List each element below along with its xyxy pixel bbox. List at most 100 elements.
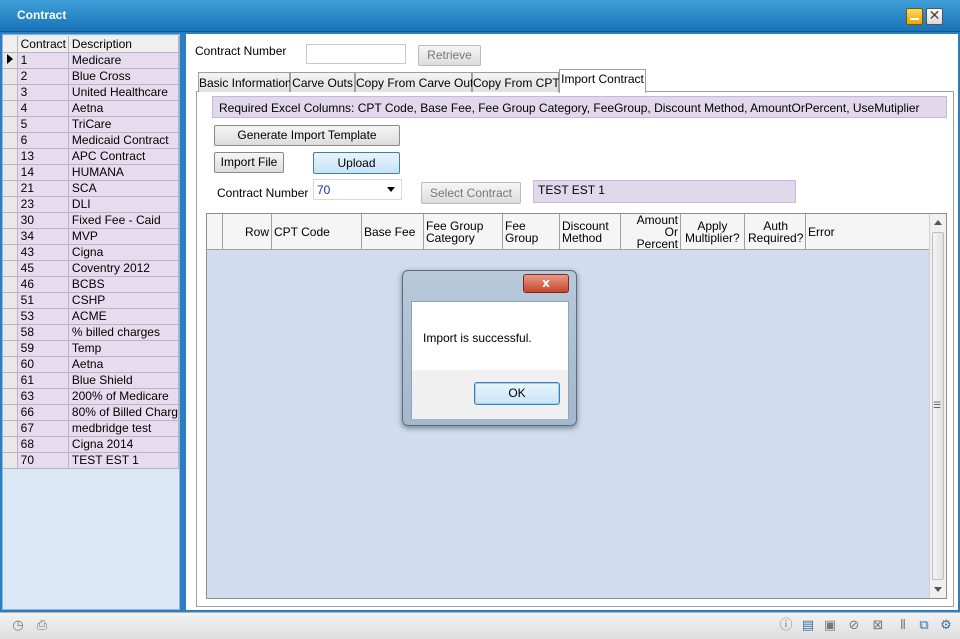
contract-description-cell[interactable]: Aetna <box>68 100 180 117</box>
row-selector[interactable] <box>3 356 18 373</box>
select-contract-button[interactable]: Select Contract <box>421 182 521 204</box>
contract-list-row[interactable]: 13 APC Contract <box>3 148 180 165</box>
contract-description-cell[interactable]: SCA <box>68 180 180 197</box>
contract-description-cell[interactable]: United Healthcare <box>68 84 180 101</box>
row-selector[interactable] <box>3 276 18 293</box>
row-selector[interactable] <box>3 340 18 357</box>
description-column-header[interactable]: Description <box>68 36 180 53</box>
contract-number-cell[interactable]: 2 <box>17 68 69 85</box>
grid-col-row[interactable]: Row <box>223 214 272 250</box>
contract-list-row[interactable]: 30 Fixed Fee - Caid <box>3 212 180 229</box>
contract-number-cell[interactable]: 43 <box>17 244 69 261</box>
contract-description-cell[interactable]: MVP <box>68 228 180 245</box>
row-selector[interactable] <box>3 196 18 213</box>
contract-list-row[interactable]: 1 Medicare <box>3 52 180 69</box>
contract-number-cell[interactable]: 51 <box>17 292 69 309</box>
tab-import-contract[interactable]: Import Contract <box>559 69 646 93</box>
contract-description-cell[interactable]: HUMANA <box>68 164 180 181</box>
row-selector[interactable] <box>3 436 18 453</box>
print-icon[interactable]: ⎙ <box>34 618 50 634</box>
grid-col-fee-group[interactable]: Fee Group <box>503 214 560 250</box>
row-selector[interactable] <box>3 164 18 181</box>
tab-copy-from-cpt[interactable]: Copy From CPT <box>472 72 560 92</box>
ok-button[interactable]: OK <box>474 382 560 405</box>
contract-list-row[interactable]: 6 Medicaid Contract <box>3 132 180 149</box>
contract-description-cell[interactable]: Coventry 2012 <box>68 260 180 277</box>
contract-list-row[interactable]: 70 TEST EST 1 <box>3 452 180 469</box>
row-selector[interactable] <box>3 420 18 437</box>
contract-number-cell[interactable]: 5 <box>17 116 69 133</box>
contract-description-cell[interactable]: ACME <box>68 308 180 325</box>
grid-col-discount-method[interactable]: Discount Method <box>560 214 621 250</box>
generate-import-template-button[interactable]: Generate Import Template <box>214 125 400 146</box>
contract-list-row[interactable]: 43 Cigna <box>3 244 180 261</box>
row-selector[interactable] <box>3 180 18 197</box>
contract-description-cell[interactable]: Aetna <box>68 356 180 373</box>
contract-list-row[interactable]: 3 United Healthcare <box>3 84 180 101</box>
contract-list-row[interactable]: 59 Temp <box>3 340 180 357</box>
contract-column-header[interactable]: Contract <box>17 36 69 53</box>
contract-number-cell[interactable]: 45 <box>17 260 69 277</box>
import-file-button[interactable]: Import File <box>214 152 284 173</box>
contract-list-row[interactable]: 66 80% of Billed Charg <box>3 404 180 421</box>
contract-description-cell[interactable]: Medicare <box>68 52 180 69</box>
close-icon[interactable]: ✕ <box>926 8 943 25</box>
contract-number-cell[interactable]: 34 <box>17 228 69 245</box>
contract-description-cell[interactable]: medbridge test <box>68 420 180 437</box>
row-selector[interactable] <box>3 84 18 101</box>
contract-number-cell[interactable]: 3 <box>17 84 69 101</box>
contract-list-row[interactable]: 46 BCBS <box>3 276 180 293</box>
scroll-down-icon[interactable] <box>934 587 942 592</box>
info-icon[interactable]: ⓘ <box>778 618 794 634</box>
contract-list-row[interactable]: 58% billed charges <box>3 324 180 341</box>
contract-number-cell[interactable]: 68 <box>17 436 69 453</box>
contract-list-row[interactable]: 61 Blue Shield <box>3 372 180 389</box>
grid-col-cpt-code[interactable]: CPT Code <box>272 214 362 250</box>
contract-list-row[interactable]: 14 HUMANA <box>3 164 180 181</box>
contract-number-cell[interactable]: 46 <box>17 276 69 293</box>
contract-list-row[interactable]: 67 medbridge test <box>3 420 180 437</box>
row-selector[interactable] <box>3 260 18 277</box>
delete-icon[interactable]: ⊠ <box>870 618 886 634</box>
contract-description-cell[interactable]: Cigna <box>68 244 180 261</box>
row-selector[interactable] <box>3 324 18 341</box>
contract-number-cell[interactable]: 30 <box>17 212 69 229</box>
contract-list-row[interactable]: 63 200% of Medicare <box>3 388 180 405</box>
contract-number-cell[interactable]: 70 <box>17 452 69 469</box>
contract-list-row[interactable]: 51 CSHP <box>3 292 180 309</box>
contract-list-row[interactable]: 4 Aetna <box>3 100 180 117</box>
contract-number-cell[interactable]: 67 <box>17 420 69 437</box>
row-selector[interactable] <box>3 292 18 309</box>
cancel-icon[interactable]: ⊘ <box>846 618 862 634</box>
contract-number-cell[interactable]: 58 <box>17 324 69 341</box>
row-selector[interactable] <box>3 388 18 405</box>
contract-description-cell[interactable]: Medicaid Contract <box>68 132 180 149</box>
contract-number-cell[interactable]: 14 <box>17 164 69 181</box>
contract-number-input[interactable] <box>306 44 406 64</box>
row-selector[interactable] <box>3 452 18 469</box>
clock-icon[interactable]: ◷ <box>10 618 26 634</box>
contract-description-cell[interactable]: 80% of Billed Charg <box>68 404 180 421</box>
contract-number-cell[interactable]: 1 <box>17 52 69 69</box>
row-selector[interactable] <box>3 228 18 245</box>
row-selector[interactable] <box>3 404 18 421</box>
row-selector[interactable] <box>3 116 18 133</box>
contract-number-cell[interactable]: 21 <box>17 180 69 197</box>
upload-button[interactable]: Upload <box>313 152 400 174</box>
row-selector[interactable] <box>3 132 18 149</box>
contract-number-cell[interactable]: 53 <box>17 308 69 325</box>
contract-number-cell[interactable]: 6 <box>17 132 69 149</box>
grid-col-base-fee[interactable]: Base Fee <box>362 214 424 250</box>
grid-col-amount-or-percent[interactable]: Amount Or Percent <box>621 214 681 250</box>
contract-description-cell[interactable]: APC Contract <box>68 148 180 165</box>
row-selector[interactable] <box>3 212 18 229</box>
row-selector[interactable] <box>3 68 18 85</box>
contract-number-cell[interactable]: 13 <box>17 148 69 165</box>
tab-copy-from-carve-outs[interactable]: Copy From Carve Outs <box>355 72 479 92</box>
retrieve-button[interactable]: Retrieve <box>418 45 481 66</box>
grid-col-error[interactable]: Error <box>806 214 930 250</box>
row-selector[interactable] <box>3 244 18 261</box>
row-selector[interactable] <box>3 100 18 117</box>
row-selector[interactable] <box>3 308 18 325</box>
contract-number-cell[interactable]: 23 <box>17 196 69 213</box>
